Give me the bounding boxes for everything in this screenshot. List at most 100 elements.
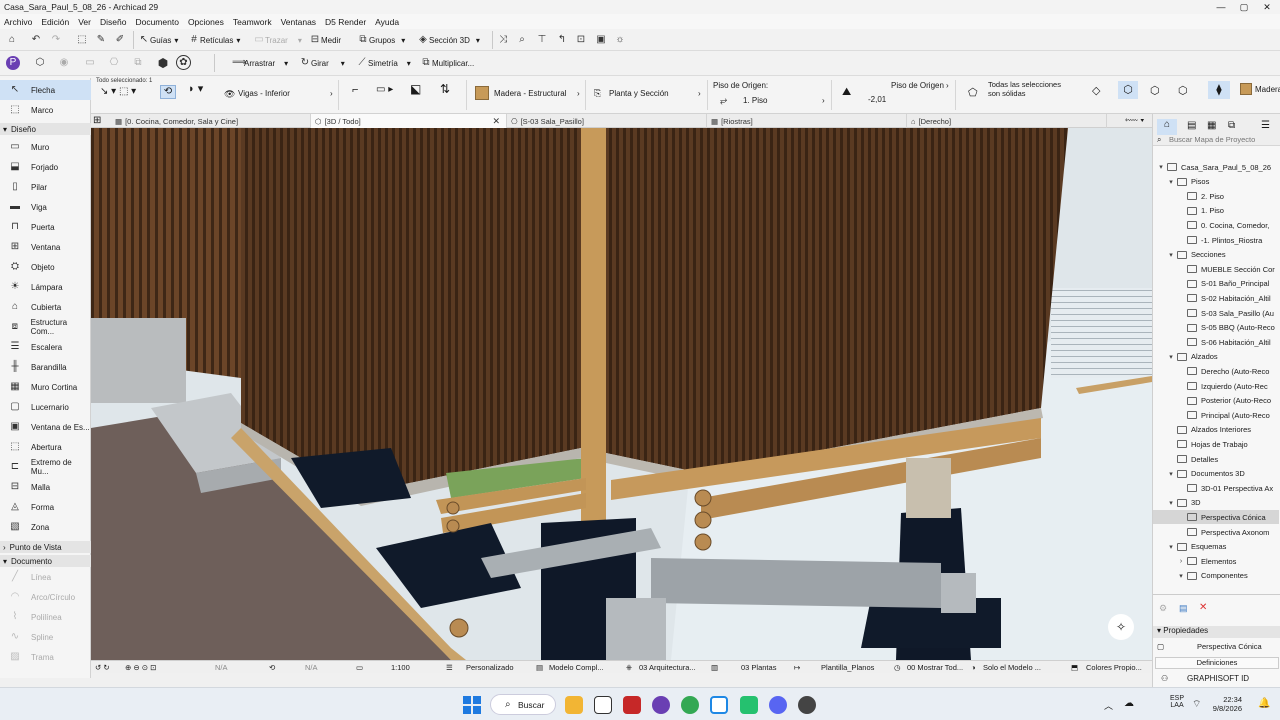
beam-axis-icon[interactable]: ⌐ — [352, 84, 358, 96]
tool-estructura[interactable]: ⧈ Estructura Com... — [0, 317, 91, 337]
nav-alzados-interiores[interactable]: Alzados Interiores — [1153, 423, 1279, 437]
nav-seccion-item[interactable]: S-01 Baño_Principal — [1153, 277, 1279, 291]
menu-ver[interactable]: Ver — [78, 17, 91, 27]
expand-icon[interactable]: ▾ — [1167, 499, 1175, 507]
select-icon[interactable]: ⬚ — [76, 32, 88, 48]
expand-icon[interactable]: ▾ — [1157, 163, 1165, 171]
tool-pilar[interactable]: ▯ Pilar — [0, 177, 91, 197]
start-icon[interactable] — [462, 695, 482, 715]
nav-piso-item[interactable]: -1. Plintos_Riostra — [1153, 233, 1279, 247]
tool-zona[interactable]: ▧ Zona — [0, 517, 91, 537]
tool-abertura[interactable]: ⬚ Abertura — [0, 437, 91, 457]
cube-icon[interactable]: ⬢ — [157, 55, 169, 71]
orbit-icon[interactable]: ⤨ — [497, 32, 509, 48]
tool-puerta[interactable]: ⊓ Puerta — [0, 217, 91, 237]
expand-icon[interactable]: ▾ — [1167, 543, 1175, 551]
settings-icon[interactable]: ⚙ — [1159, 603, 1167, 614]
explore-icon[interactable]: ⌕ — [516, 32, 528, 48]
navigator-menu-icon[interactable]: ☰ — [1261, 120, 1270, 131]
whatsapp-icon[interactable] — [740, 696, 758, 714]
arrastrar-button[interactable]: ⟹ Arrastrar ▾ — [232, 55, 288, 71]
nav-secciones[interactable]: ▾ Secciones — [1153, 248, 1279, 262]
menu-ayuda[interactable]: Ayuda — [375, 17, 399, 27]
tab-derecho[interactable]: ⌂ [Derecho] — [907, 114, 1107, 128]
nav-piso-item[interactable]: 2. Piso — [1153, 189, 1279, 203]
clock[interactable]: 22:34 9/8/2026 — [1208, 695, 1242, 713]
nav-piso-item[interactable]: 1. Piso — [1153, 204, 1279, 218]
curve-icon[interactable]: ⇅ — [440, 82, 450, 96]
expand-icon[interactable]: ▾ — [1167, 251, 1175, 259]
view-selector[interactable]: ⎘ Planta y Sección › — [590, 80, 708, 110]
pan-icon[interactable]: ↰ — [556, 32, 568, 48]
menu-ventanas[interactable]: Ventanas — [281, 17, 316, 27]
profile-icon[interactable]: P — [6, 55, 20, 71]
status-scale[interactable]: 1:100 — [391, 663, 410, 672]
menu-documento[interactable]: Documento — [135, 17, 178, 27]
tool-spline[interactable]: ∿ Spline — [0, 627, 91, 647]
tool-ventana[interactable]: ⊞ Ventana — [0, 237, 91, 257]
definiciones-button[interactable]: Definiciones — [1155, 657, 1279, 669]
guias-button[interactable]: ↖ Guías ▾ — [138, 32, 179, 48]
project-map-icon[interactable]: ⌂ — [1157, 119, 1177, 135]
menu-d5render[interactable]: D5 Render — [325, 17, 366, 27]
reticulas-button[interactable]: # Retículas ▾ — [188, 32, 240, 48]
tab-options-icon[interactable]: ⬳ ▾ — [1125, 115, 1144, 126]
rotate-view-icon[interactable]: ⟲ — [269, 663, 275, 672]
tool-ventana-esquina[interactable]: ▣ Ventana de Es... — [0, 417, 91, 437]
simetria-button[interactable]: ⟋ Simetría ▾ — [356, 55, 411, 71]
status-dimensions[interactable]: Plantilla_Planos — [821, 663, 874, 672]
layer-structure-icon[interactable]: ⧫ — [1208, 81, 1230, 99]
section-documento[interactable]: ▾ Documento — [0, 555, 91, 567]
nav-pisos[interactable]: ▾ Pisos — [1153, 175, 1279, 189]
tool-marco[interactable]: ⬚ Marco — [0, 100, 91, 120]
expand-icon[interactable]: ▾ — [1167, 178, 1175, 186]
nav-alzado-item[interactable]: Derecho (Auto-Reco — [1153, 364, 1279, 378]
tool-forma[interactable]: ◬ Forma — [0, 497, 91, 517]
zoom-tools-icon[interactable]: ⊕ ⊖ ⊙ ⊡ — [125, 663, 156, 672]
box-icon[interactable]: ⬡ — [34, 55, 46, 71]
tool-viga[interactable]: ▬ Viga — [0, 197, 91, 217]
file-explorer-icon[interactable] — [565, 696, 583, 714]
layout-book-icon[interactable]: ▦ — [1207, 120, 1216, 131]
tool-lucernario[interactable]: ▢ Lucernario — [0, 397, 91, 417]
nav-alzados[interactable]: ▾ Alzados — [1153, 350, 1279, 364]
tool-flecha[interactable]: ↖ Flecha — [0, 80, 91, 100]
nav-seccion-item[interactable]: S-03 Sala_Pasillo (Au — [1153, 306, 1279, 320]
zoom-icon[interactable]: ⊡ — [575, 32, 587, 48]
fit-icon[interactable]: ⊤ — [536, 32, 548, 48]
nav-elementos[interactable]: › Elementos — [1153, 554, 1279, 568]
tab-3d[interactable]: ⬡ [3D / Todo] ✕ — [311, 114, 507, 128]
nav-detalles[interactable]: Detalles — [1153, 452, 1279, 466]
multiplicar-button[interactable]: ⧉ Multiplicar... — [420, 55, 474, 71]
section-punto-de-vista[interactable]: › Punto de Vista — [0, 541, 91, 553]
grupos-button[interactable]: ⧉ Grupos ▾ — [357, 32, 405, 48]
acrobat-icon[interactable] — [623, 696, 641, 714]
navigation-compass-icon[interactable]: ✧ — [1108, 614, 1134, 640]
cube-frame-icon[interactable]: ⬡ — [1178, 84, 1188, 97]
girar-button[interactable]: ↻ Girar ▾ — [299, 55, 345, 71]
tool-objeto[interactable]: ⛭ Objeto — [0, 257, 91, 277]
wifi-icon[interactable]: ⌔ — [1192, 698, 1201, 711]
arrow-options-icon[interactable]: ↘ ▾ ⬚ ▾ — [100, 86, 136, 97]
nav-seccion-item[interactable]: MUEBLE Sección Cor — [1153, 262, 1279, 276]
nav-perspectiva-conica[interactable]: Perspectiva Cónica — [1153, 510, 1279, 525]
expand-icon[interactable]: › — [1177, 558, 1185, 565]
medir-button[interactable]: ⊟ Medir — [309, 32, 341, 48]
tab-riostras[interactable]: ▦ [Riostras] — [707, 114, 907, 128]
section-diseno[interactable]: ▾ Diseño — [0, 123, 91, 135]
nav-seccion-item[interactable]: S-05 BBQ (Auto-Reco — [1153, 321, 1279, 335]
camera-icon[interactable]: ⎔ — [108, 55, 120, 71]
close-button[interactable]: ✕ — [1254, 0, 1280, 14]
solid-icon[interactable]: ⬠ — [968, 86, 978, 99]
cube-alt-icon[interactable]: ⬡ — [1150, 84, 1160, 97]
material-selector[interactable]: Madera - Estructural › — [466, 80, 586, 110]
nav-seccion-item[interactable]: S-06 Habitación_Altil — [1153, 335, 1279, 349]
language-indicator[interactable]: ESP LAA — [1170, 695, 1184, 709]
status-colors[interactable]: Colores Propio... — [1086, 663, 1142, 672]
archicad-icon[interactable] — [710, 696, 728, 714]
view-map-icon[interactable]: ▤ — [1187, 120, 1196, 131]
nav-seccion-item[interactable]: S-02 Habitación_Altil — [1153, 291, 1279, 305]
render-icon[interactable]: ✿ — [176, 54, 191, 70]
expand-icon[interactable]: ▾ — [1167, 353, 1175, 361]
menu-archivo[interactable]: Archivo — [4, 17, 32, 27]
